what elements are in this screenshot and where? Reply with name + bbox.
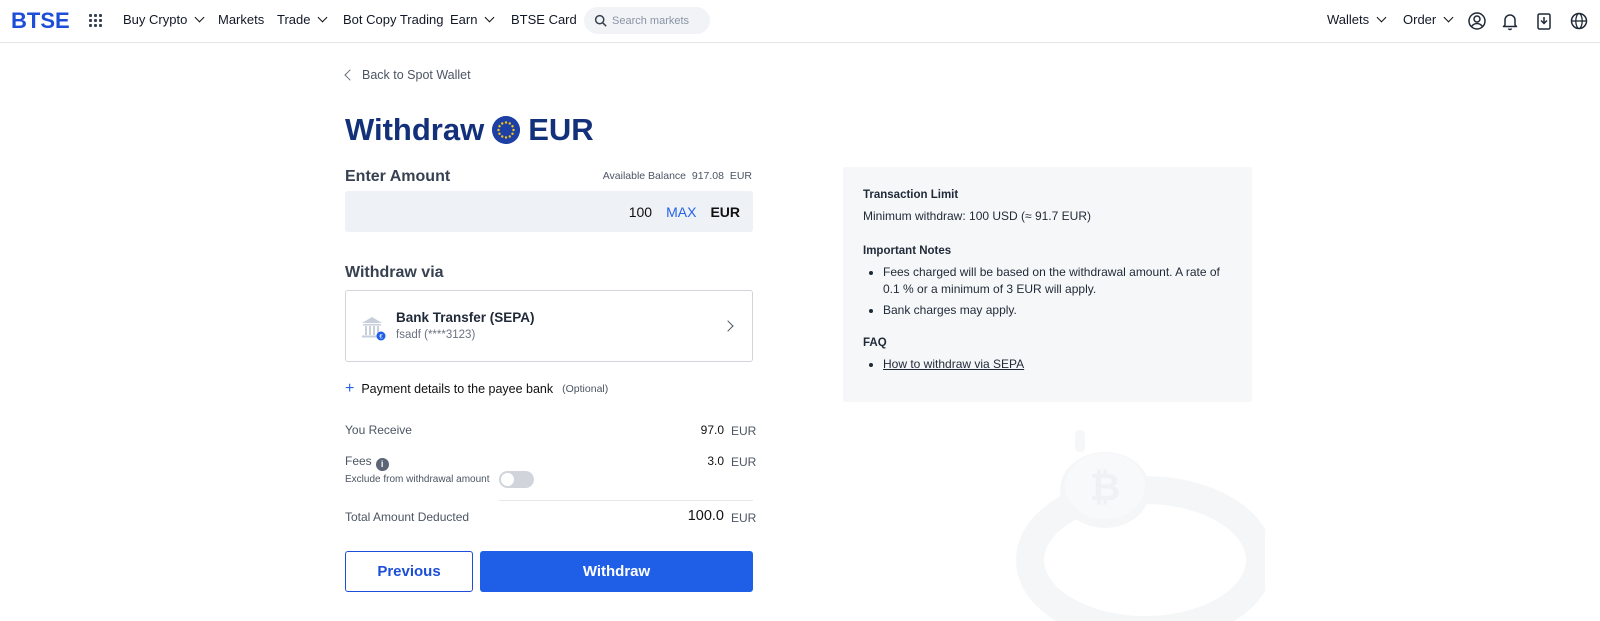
withdraw-via-label: Withdraw via	[345, 264, 444, 281]
note-item: Bank charges may apply.	[883, 302, 1232, 319]
faq-link[interactable]: How to withdraw via SEPA	[883, 357, 1024, 371]
notes-list: Fees charged will be based on the withdr…	[863, 264, 1232, 319]
payment-details-label: Payment details to the payee bank	[361, 382, 554, 396]
fees-label: Fees i	[345, 454, 389, 471]
important-notes-title: Important Notes	[863, 245, 952, 257]
withdraw-button[interactable]: Withdraw	[480, 551, 753, 592]
balance-currency: EUR	[729, 170, 752, 182]
payment-details-toggle[interactable]: + Payment details to the payee bank (Opt…	[345, 380, 608, 398]
note-item: Fees charged will be based on the withdr…	[883, 264, 1232, 298]
svg-text:₿: ₿	[1090, 467, 1121, 509]
nav-btse-card[interactable]: BTSE Card	[511, 12, 577, 27]
exclude-fee-toggle[interactable]	[499, 471, 534, 488]
plus-icon: +	[345, 380, 355, 397]
chevron-left-icon	[344, 69, 356, 81]
amount-value[interactable]: 100	[629, 204, 652, 220]
wallets-label: Wallets	[1327, 12, 1370, 27]
top-navbar: BTSE Buy Crypto Markets Trade Bot Copy T…	[0, 0, 1600, 43]
back-to-spot-wallet-link[interactable]: Back to Spot Wallet	[344, 68, 471, 82]
max-button[interactable]: MAX	[666, 204, 696, 220]
order-label: Order	[1403, 12, 1437, 27]
coin-illustration: ₿	[1016, 430, 1265, 621]
fees-value: 3.0	[707, 454, 724, 468]
nav-trade-label: Trade	[277, 12, 311, 27]
you-receive-currency: EUR	[731, 424, 757, 438]
transaction-limit-text: Minimum withdraw: 100 USD (≈ 91.7 EUR)	[863, 209, 1091, 223]
chevron-down-icon	[1443, 12, 1454, 23]
total-deducted-currency: EUR	[731, 511, 757, 525]
amount-currency: EUR	[710, 203, 740, 220]
bank-icon: €	[362, 317, 386, 341]
chevron-down-icon	[485, 12, 495, 23]
title-currency: EUR	[528, 112, 594, 147]
info-panel: Transaction Limit Minimum withdraw: 100 …	[843, 167, 1252, 402]
total-deducted-value: 100.0	[687, 508, 724, 524]
balance-label: Available Balance	[602, 170, 687, 182]
divider	[499, 500, 753, 501]
withdraw-method-selector[interactable]: € Bank Transfer (SEPA) fsadf (****3123)	[345, 290, 753, 362]
enter-amount-label: Enter Amount	[345, 168, 451, 185]
nav-buy-crypto[interactable]: Buy Crypto	[123, 12, 205, 27]
previous-button[interactable]: Previous	[345, 551, 473, 592]
exclude-label: Exclude from withdrawal amount	[345, 474, 490, 485]
nav-markets[interactable]: Markets	[218, 12, 264, 27]
nav-card-label: BTSE Card	[511, 12, 577, 27]
method-name: Bank Transfer (SEPA)	[396, 310, 535, 325]
you-receive-label: You Receive	[345, 423, 412, 437]
nav-buy-crypto-label: Buy Crypto	[123, 12, 188, 27]
optional-label: (Optional)	[562, 383, 609, 395]
nav-earn-label: Earn	[450, 12, 478, 27]
search-placeholder: Search markets	[612, 14, 690, 27]
chevron-right-icon	[722, 320, 734, 332]
fees-currency: EUR	[731, 455, 757, 469]
nav-order[interactable]: Order	[1403, 12, 1454, 27]
chevron-down-icon	[1376, 12, 1387, 23]
chevron-down-icon	[194, 12, 205, 23]
balance-value: 917.08	[691, 170, 724, 182]
you-receive-value: 97.0	[700, 423, 724, 437]
chevron-down-icon	[318, 12, 328, 23]
transaction-limit-title: Transaction Limit	[863, 189, 959, 201]
faq-title: FAQ	[863, 337, 887, 349]
nav-wallets[interactable]: Wallets	[1327, 12, 1387, 27]
title-withdraw: Withdraw	[345, 112, 485, 147]
toggle-knob	[501, 473, 514, 486]
available-balance: Available Balance 917.08 EUR	[580, 170, 752, 182]
page-title: Withdraw EUR	[345, 112, 594, 148]
fees-text: Fees	[345, 454, 372, 468]
nav-markets-label: Markets	[218, 12, 265, 27]
method-account: fsadf (****3123)	[396, 329, 476, 341]
bell-icon[interactable]	[1500, 11, 1520, 31]
globe-icon[interactable]	[1569, 11, 1589, 31]
btse-logo[interactable]: BTSE	[11, 8, 70, 34]
back-link-label: Back to Spot Wallet	[362, 68, 471, 82]
search-icon	[594, 14, 607, 27]
search-input[interactable]: Search markets	[584, 7, 710, 34]
download-icon[interactable]	[1534, 11, 1554, 31]
info-icon[interactable]: i	[375, 458, 389, 471]
eur-flag-icon	[492, 116, 521, 144]
nav-earn[interactable]: Earn	[450, 12, 495, 27]
account-icon[interactable]	[1467, 11, 1487, 31]
nav-trade[interactable]: Trade	[277, 12, 328, 27]
apps-grid-icon[interactable]	[89, 14, 103, 28]
faq-list: How to withdraw via SEPA	[863, 356, 1232, 373]
total-deducted-label: Total Amount Deducted	[345, 510, 470, 524]
nav-bot-copy-trading[interactable]: Bot Copy Trading	[343, 12, 443, 27]
amount-input[interactable]: 100 MAX EUR	[345, 191, 753, 232]
nav-bot-label: Bot Copy Trading	[343, 12, 444, 27]
